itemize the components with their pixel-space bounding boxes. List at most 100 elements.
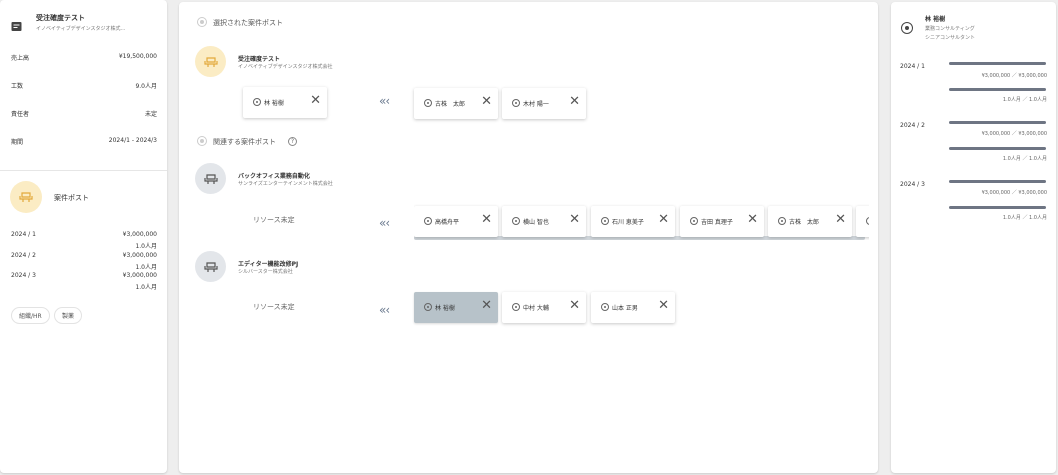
effort-bar <box>949 206 1046 209</box>
amount-value: ¥3,000,000 ／ ¥3,000,000 <box>981 73 1047 79</box>
double-chevron-left-icon[interactable]: «‹ <box>379 94 390 108</box>
member-name: 横山 智也 <box>523 219 549 226</box>
post-company: シルバースター株式会社 <box>238 269 293 275</box>
assignee-card[interactable]: 林 裕樹 ✕ <box>243 87 327 118</box>
amount-bar <box>949 121 1046 124</box>
member-detail-panel: 林 裕樹 業務コンサルティング シニアコンサルタント 2024 / 1 ¥3,0… <box>891 2 1056 473</box>
person-icon <box>901 22 913 34</box>
period-month: 2024 / 2 <box>11 252 36 259</box>
person-icon <box>601 217 609 225</box>
assignment-panel: 選択された案件ポスト 受注確度テスト イノベイティブデザインスタジオ株式会社 林… <box>179 2 878 473</box>
period-effort: 1.0人月 <box>135 243 157 250</box>
close-icon[interactable]: ✕ <box>835 212 846 228</box>
post-company: イノベイティブデザインスタジオ株式会社 <box>238 64 333 70</box>
tag-chip[interactable]: 製薬 <box>54 307 83 324</box>
related-heading: 関連する案件ポスト <box>213 138 276 146</box>
member-name: 石川 恵美子 <box>612 219 644 226</box>
close-icon[interactable]: ✕ <box>310 93 321 109</box>
amount-bar <box>949 180 1046 183</box>
member-role: シニアコンサルタント <box>925 35 976 41</box>
member-name: 林 裕樹 <box>925 16 946 23</box>
radio-icon <box>197 17 207 27</box>
member-card[interactable]: 高橋舟平 ✕ <box>414 206 498 237</box>
close-icon[interactable]: ✕ <box>569 298 580 314</box>
member-card-selected[interactable]: 林 裕樹 ✕ <box>414 292 498 323</box>
close-icon[interactable]: ✕ <box>481 212 492 228</box>
divider <box>0 170 167 171</box>
person-icon <box>424 99 432 107</box>
amount-bar <box>949 62 1046 65</box>
person-icon <box>512 99 520 107</box>
effort-value: 1.0人月 ／ 1.0人月 <box>1002 97 1047 103</box>
close-icon[interactable]: ✕ <box>569 94 580 110</box>
effort-value: 1.0人月 ／ 1.0人月 <box>1002 215 1047 221</box>
member-name: 中村 大輔 <box>523 305 549 312</box>
period-month: 2024 / 1 <box>11 231 36 238</box>
member-name: 林 裕樹 <box>435 305 455 312</box>
period-amount: ¥3,000,000 <box>122 252 157 259</box>
seat-icon <box>195 46 226 77</box>
person-icon <box>512 217 520 225</box>
effort-bar <box>949 147 1046 150</box>
member-card[interactable]: 横山 智也 ✕ <box>502 206 586 237</box>
person-icon <box>424 217 432 225</box>
member-name: 林 裕樹 <box>264 100 284 107</box>
project-detail-panel: 受注確度テスト イノベイティブデザインスタジオ株式… 売上高 ¥19,500,0… <box>0 0 167 473</box>
post-label: 案件ポスト <box>54 194 89 202</box>
period-effort: 1.0人月 <box>135 284 157 291</box>
person-icon <box>690 217 698 225</box>
project-title: 受注確度テスト <box>36 14 85 22</box>
member-row: 高橋舟平 ✕ 横山 智也 ✕ 石川 恵美子 ✕ 吉田 真理子 ✕ 古株 太郎 ✕ <box>414 204 869 240</box>
post-company: サンライズエンターテインメント株式会社 <box>238 181 333 187</box>
person-icon <box>866 217 869 225</box>
period-month: 2024 / 3 <box>11 272 36 279</box>
post-title: 受注確度テスト <box>238 56 281 63</box>
amount-value: ¥3,000,000 ／ ¥3,000,000 <box>981 131 1047 137</box>
radio-icon <box>197 136 207 146</box>
seat-icon <box>10 181 42 213</box>
detail-value: ¥19,500,000 <box>118 53 157 60</box>
member-card[interactable]: 吉田 真理子 ✕ <box>680 206 764 237</box>
detail-value: 9.0人月 <box>135 83 157 90</box>
close-icon[interactable]: ✕ <box>658 212 669 228</box>
close-icon[interactable]: ✕ <box>569 212 580 228</box>
post-title: バックオフィス業務自動化 <box>238 173 310 180</box>
close-icon[interactable]: ✕ <box>481 298 492 314</box>
member-card[interactable]: 中村 大輔 ✕ <box>502 292 586 323</box>
document-icon <box>11 17 22 36</box>
member-company: 業務コンサルティング <box>925 26 975 32</box>
double-chevron-left-icon[interactable]: «‹ <box>379 216 390 230</box>
detail-label: 売上高 <box>11 55 30 62</box>
project-company: イノベイティブデザインスタジオ株式… <box>36 26 126 32</box>
post-title: エディター機能改修PJ <box>238 261 299 268</box>
person-icon <box>424 303 432 311</box>
help-icon[interactable]: ? <box>288 137 297 146</box>
month-label: 2024 / 2 <box>900 122 925 129</box>
effort-bar <box>949 88 1046 91</box>
member-name: 山本 正男 <box>612 305 638 312</box>
double-chevron-left-icon[interactable]: «‹ <box>379 303 390 317</box>
close-icon[interactable]: ✕ <box>747 212 758 228</box>
amount-value: ¥3,000,000 ／ ¥3,000,000 <box>981 190 1047 196</box>
period-amount: ¥3,000,000 <box>122 231 157 238</box>
unassigned-label: リソース未定 <box>253 216 295 224</box>
seat-icon <box>195 251 226 282</box>
member-name: 木村 陽一 <box>523 101 549 108</box>
member-card[interactable]: 木村 陽一 ✕ <box>502 88 586 119</box>
effort-value: 1.0人月 ／ 1.0人月 <box>1002 156 1047 162</box>
member-card[interactable]: 古株 太郎 ✕ <box>414 88 498 119</box>
period-effort: 1.0人月 <box>135 264 157 271</box>
member-card[interactable]: 石川 恵美子 ✕ <box>591 206 675 237</box>
tag-chip[interactable]: 組織/HR <box>11 307 50 324</box>
close-icon[interactable]: ✕ <box>481 94 492 110</box>
period-amount: ¥3,000,000 <box>122 272 157 279</box>
close-icon[interactable]: ✕ <box>658 298 669 314</box>
detail-label: 期間 <box>11 139 24 146</box>
member-card-partial[interactable] <box>856 206 869 237</box>
detail-label: 工数 <box>11 83 24 90</box>
member-card[interactable]: 山本 正男 ✕ <box>591 292 675 323</box>
selected-heading: 選択された案件ポスト <box>213 19 283 27</box>
member-card[interactable]: 古株 太郎 ✕ <box>768 206 852 237</box>
detail-value: 2024/1 - 2024/3 <box>108 137 157 144</box>
detail-label: 責任者 <box>11 111 30 118</box>
